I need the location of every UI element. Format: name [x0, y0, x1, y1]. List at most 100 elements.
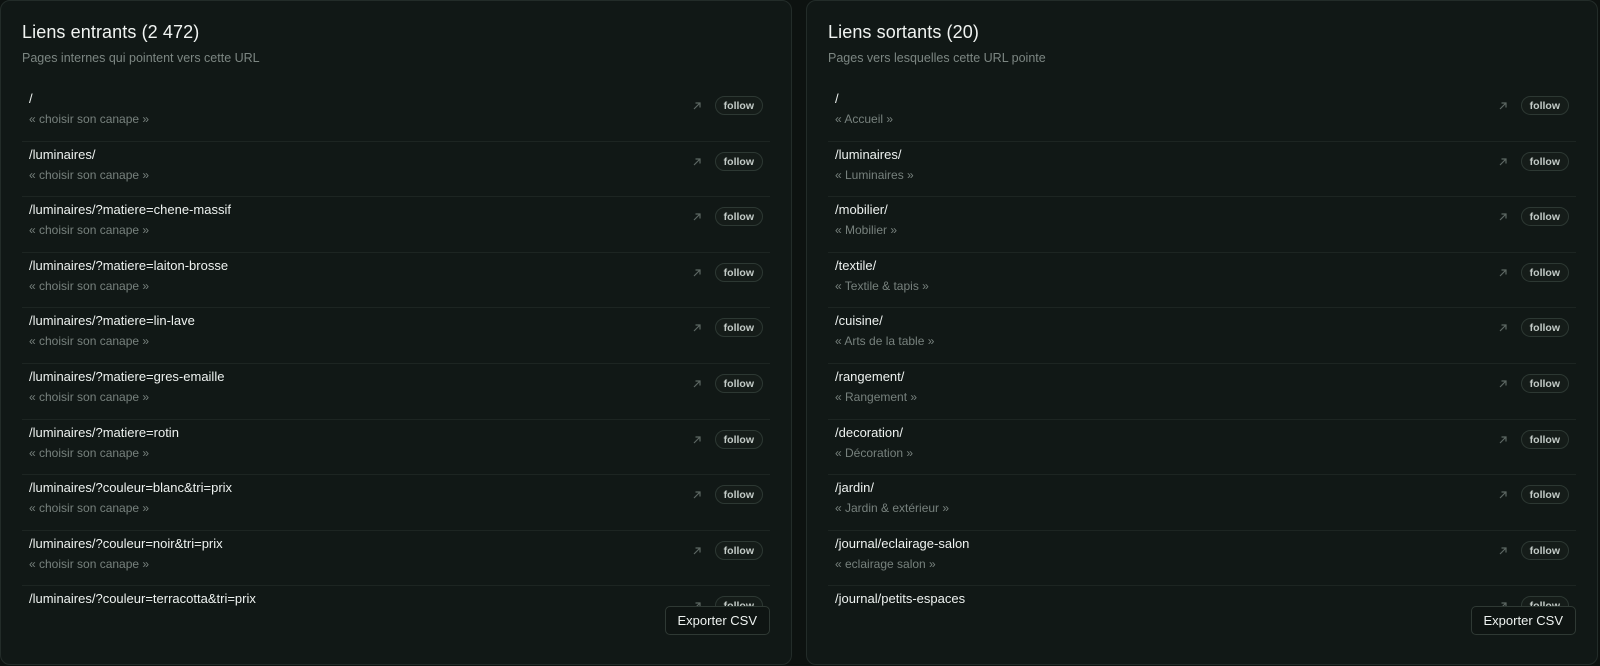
link-url[interactable]: /luminaires/?matiere=chene-massif	[29, 202, 231, 217]
link-row[interactable]: /luminaires/?matiere=gres-emaille « chois…	[22, 364, 770, 420]
link-url[interactable]: /decoration/	[835, 425, 903, 440]
follow-badge: follow	[714, 373, 763, 393]
anchor-text: « Luminaires »	[835, 167, 914, 182]
link-row[interactable]: /luminaires/ « Luminaires » follow	[828, 142, 1576, 198]
links-view: Liens entrants (2 472) Pages internes qu…	[0, 0, 1600, 666]
anchor-text: « choisir son canape »	[29, 112, 150, 126]
link-row[interactable]: /luminaires/?matiere=laiton-brosse « choi…	[22, 253, 770, 309]
anchor-text: « Décoration »	[835, 445, 914, 460]
link-row[interactable]: /journal/petits-espacesfollow	[828, 586, 1576, 614]
follow-badge: follow	[714, 540, 763, 560]
external-link-arrow-icon[interactable]	[1497, 545, 1509, 557]
link-url[interactable]: /luminaires/?couleur=terracotta&tri=prix	[29, 591, 256, 606]
external-link-arrow-icon[interactable]	[691, 378, 703, 390]
link-url[interactable]: /luminaires/?couleur=blanc&tri=prix	[29, 480, 232, 495]
link-row[interactable]: /luminaires/?couleur=noir&tri=prix « choi…	[22, 531, 770, 587]
follow-badge: follow	[1520, 318, 1569, 338]
follow-badge: follow	[714, 485, 763, 505]
external-link-arrow-icon[interactable]	[1497, 267, 1509, 279]
follow-badge: follow	[714, 151, 763, 171]
link-url[interactable]: /mobilier/	[835, 202, 888, 217]
anchor-text: « choisir son canape »	[29, 501, 150, 516]
anchor-text: « choisir son canape »	[29, 334, 150, 349]
link-row[interactable]: /luminaires/?matiere=rotin « choisir son …	[22, 420, 770, 476]
external-link-arrow-icon[interactable]	[1497, 322, 1509, 334]
anchor-text: « Arts de la table »	[835, 334, 935, 349]
anchor-text: « Accueil »	[835, 112, 894, 126]
panel-subtitle: Pages vers lesquelles cette URL pointe	[828, 51, 1046, 65]
external-link-arrow-icon[interactable]	[691, 267, 703, 279]
external-link-arrow-icon[interactable]	[691, 434, 703, 446]
follow-badge: follow	[1520, 262, 1569, 282]
link-url[interactable]: /journal/petits-espaces	[835, 591, 965, 606]
inbound-links-panel: Liens entrants (2 472) Pages internes qu…	[0, 0, 792, 665]
anchor-text: « choisir son canape »	[29, 223, 150, 238]
follow-badge: follow	[1520, 96, 1569, 115]
link-row[interactable]: /luminaires/ « choisir son canape » follow	[22, 142, 770, 198]
link-url[interactable]: /luminaires/	[835, 147, 901, 162]
anchor-text: « Jardin & extérieur »	[835, 501, 950, 516]
link-url[interactable]: /jardin/	[835, 480, 874, 495]
external-link-arrow-icon[interactable]	[691, 211, 703, 223]
follow-badge: follow	[714, 96, 763, 115]
follow-badge: follow	[1520, 373, 1569, 393]
link-url[interactable]: /	[835, 91, 839, 106]
anchor-text: « choisir son canape »	[29, 389, 150, 404]
anchor-text: « choisir son canape »	[29, 167, 150, 182]
outbound-links-list[interactable]: / « Accueil » follow/luminaires/ « Luminair…	[828, 86, 1576, 614]
follow-badge: follow	[714, 429, 763, 449]
external-link-arrow-icon[interactable]	[691, 100, 703, 112]
external-link-arrow-icon[interactable]	[691, 322, 703, 334]
link-url[interactable]: /journal/eclairage-salon	[835, 536, 969, 551]
link-url[interactable]: /luminaires/?matiere=gres-emaille	[29, 369, 224, 384]
follow-badge: follow	[1520, 151, 1569, 171]
link-row[interactable]: /mobilier/ « Mobilier » follow	[828, 197, 1576, 253]
external-link-arrow-icon[interactable]	[691, 489, 703, 501]
export-csv-button[interactable]: Exporter CSV	[1470, 606, 1576, 635]
link-url[interactable]: /cuisine/	[835, 313, 883, 328]
anchor-text: « Mobilier »	[835, 223, 898, 238]
follow-badge: follow	[714, 318, 763, 338]
anchor-text: « choisir son canape »	[29, 278, 150, 293]
link-url[interactable]: /luminaires/?matiere=rotin	[29, 425, 179, 440]
link-row[interactable]: /luminaires/?matiere=chene-massif « chois…	[22, 197, 770, 253]
link-row[interactable]: /luminaires/?couleur=terracotta&tri=prix…	[22, 586, 770, 614]
link-url[interactable]: /textile/	[835, 258, 876, 273]
link-row[interactable]: /journal/eclairage-salon « eclairage salo…	[828, 531, 1576, 587]
link-row[interactable]: /luminaires/?couleur=blanc&tri=prix « cho…	[22, 475, 770, 531]
link-row[interactable]: / « choisir son canape » follow	[22, 86, 770, 142]
outbound-links-panel: Liens sortants (20) Pages vers lesquelle…	[806, 0, 1598, 665]
link-row[interactable]: /rangement/ « Rangement » follow	[828, 364, 1576, 420]
link-row[interactable]: /decoration/ « Décoration » follow	[828, 420, 1576, 476]
external-link-arrow-icon[interactable]	[1497, 489, 1509, 501]
anchor-text: « eclairage salon »	[835, 556, 936, 571]
follow-badge: follow	[1520, 207, 1569, 227]
anchor-text: « Textile & tapis »	[835, 278, 929, 293]
link-row[interactable]: /textile/ « Textile & tapis » follow	[828, 253, 1576, 309]
follow-badge: follow	[714, 207, 763, 227]
external-link-arrow-icon[interactable]	[1497, 100, 1509, 112]
panel-title: Liens entrants (2 472)	[22, 22, 200, 42]
export-csv-button[interactable]: Exporter CSV	[664, 606, 770, 635]
external-link-arrow-icon[interactable]	[1497, 156, 1509, 168]
link-url[interactable]: /	[29, 91, 33, 106]
link-url[interactable]: /rangement/	[835, 369, 904, 384]
link-url[interactable]: /luminaires/	[29, 147, 95, 162]
link-url[interactable]: /luminaires/?matiere=lin-lave	[29, 313, 195, 328]
external-link-arrow-icon[interactable]	[1497, 434, 1509, 446]
follow-badge: follow	[714, 262, 763, 282]
external-link-arrow-icon[interactable]	[1497, 211, 1509, 223]
link-row[interactable]: /jardin/ « Jardin & extérieur » follow	[828, 475, 1576, 531]
link-row[interactable]: /luminaires/?matiere=lin-lave « choisir s…	[22, 308, 770, 364]
external-link-arrow-icon[interactable]	[691, 156, 703, 168]
inbound-links-list[interactable]: / « choisir son canape » follow/luminaires…	[22, 86, 770, 614]
external-link-arrow-icon[interactable]	[691, 545, 703, 557]
external-link-arrow-icon[interactable]	[1497, 378, 1509, 390]
follow-badge: follow	[1520, 485, 1569, 505]
link-url[interactable]: /luminaires/?matiere=laiton-brosse	[29, 258, 228, 273]
anchor-text: « Rangement »	[835, 389, 918, 404]
link-url[interactable]: /luminaires/?couleur=noir&tri=prix	[29, 536, 223, 551]
anchor-text: « choisir son canape »	[29, 556, 150, 571]
link-row[interactable]: / « Accueil » follow	[828, 86, 1576, 142]
link-row[interactable]: /cuisine/ « Arts de la table » follow	[828, 308, 1576, 364]
